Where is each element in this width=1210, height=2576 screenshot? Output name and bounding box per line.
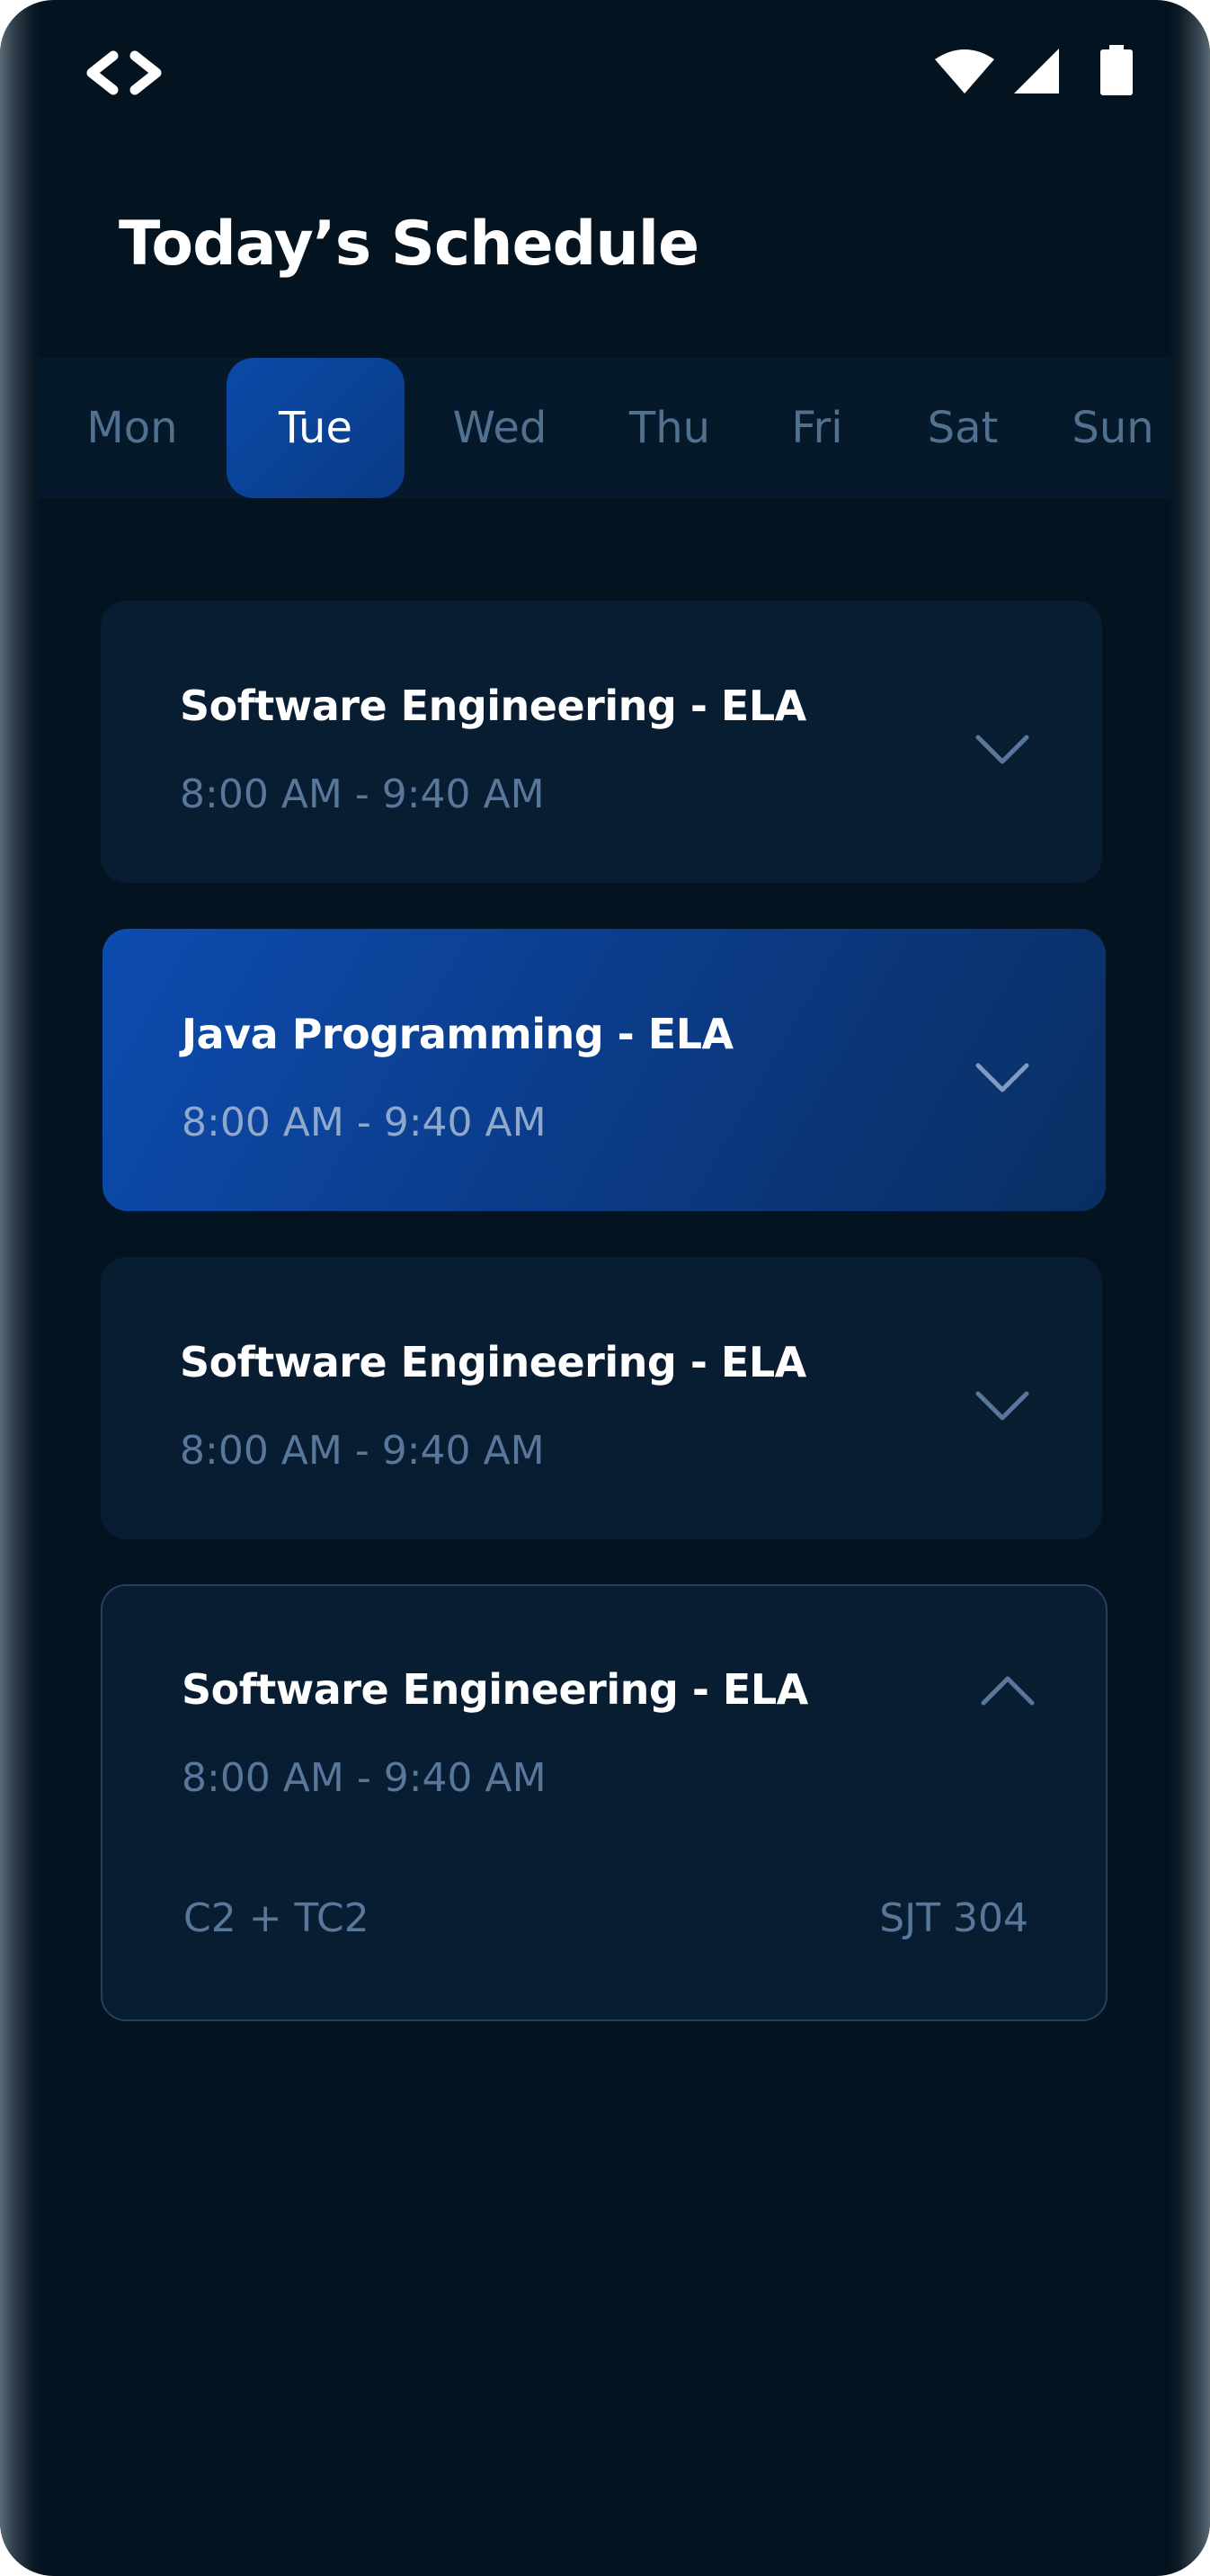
wifi-icon — [935, 49, 994, 94]
class-card[interactable]: Software Engineering - ELA 8:00 AM - 9:4… — [101, 601, 1102, 883]
device-edge-right — [1169, 0, 1210, 2576]
class-slot: C2 + TC2 — [183, 1895, 369, 1941]
day-tab-thu[interactable]: Thu — [606, 358, 734, 498]
class-room: SJT 304 — [879, 1895, 1028, 1941]
class-title: Software Engineering - ELA — [180, 682, 806, 730]
chevron-up-icon[interactable] — [980, 1674, 1036, 1707]
class-card[interactable]: Software Engineering - ELA 8:00 AM - 9:4… — [101, 1257, 1102, 1539]
phone-screen: Today’s Schedule Mon Tue Wed Thu Fri Sat… — [0, 0, 1210, 2576]
page-title: Today’s Schedule — [119, 209, 699, 280]
signal-icon — [1014, 49, 1059, 94]
class-title: Software Engineering - ELA — [180, 1338, 806, 1386]
class-time: 8:00 AM - 9:40 AM — [180, 771, 545, 817]
class-card-selected[interactable]: Java Programming - ELA 8:00 AM - 9:40 AM — [102, 929, 1106, 1211]
day-tab-sun[interactable]: Sun — [1059, 358, 1167, 498]
battery-icon — [1100, 45, 1133, 95]
class-card-expanded[interactable]: Software Engineering - ELA 8:00 AM - 9:4… — [101, 1584, 1108, 2021]
class-title: Java Programming - ELA — [182, 1010, 734, 1058]
chevron-down-icon[interactable] — [974, 1390, 1030, 1422]
class-time: 8:00 AM - 9:40 AM — [182, 1755, 547, 1801]
class-time: 8:00 AM - 9:40 AM — [182, 1100, 547, 1145]
day-tab-fri[interactable]: Fri — [770, 358, 865, 498]
day-tab-mon[interactable]: Mon — [76, 358, 189, 498]
day-tab-wed[interactable]: Wed — [428, 358, 572, 498]
class-time: 8:00 AM - 9:40 AM — [180, 1428, 545, 1474]
day-selector: Mon Tue Wed Thu Fri Sat Sun — [36, 358, 1174, 498]
status-bar — [0, 0, 1210, 144]
chevron-down-icon[interactable] — [974, 734, 1030, 766]
chevron-down-icon[interactable] — [974, 1062, 1030, 1094]
day-tab-tue[interactable]: Tue — [227, 358, 405, 498]
code-brackets-icon — [86, 50, 162, 95]
class-title: Software Engineering - ELA — [182, 1665, 808, 1714]
day-tab-sat[interactable]: Sat — [903, 358, 1023, 498]
